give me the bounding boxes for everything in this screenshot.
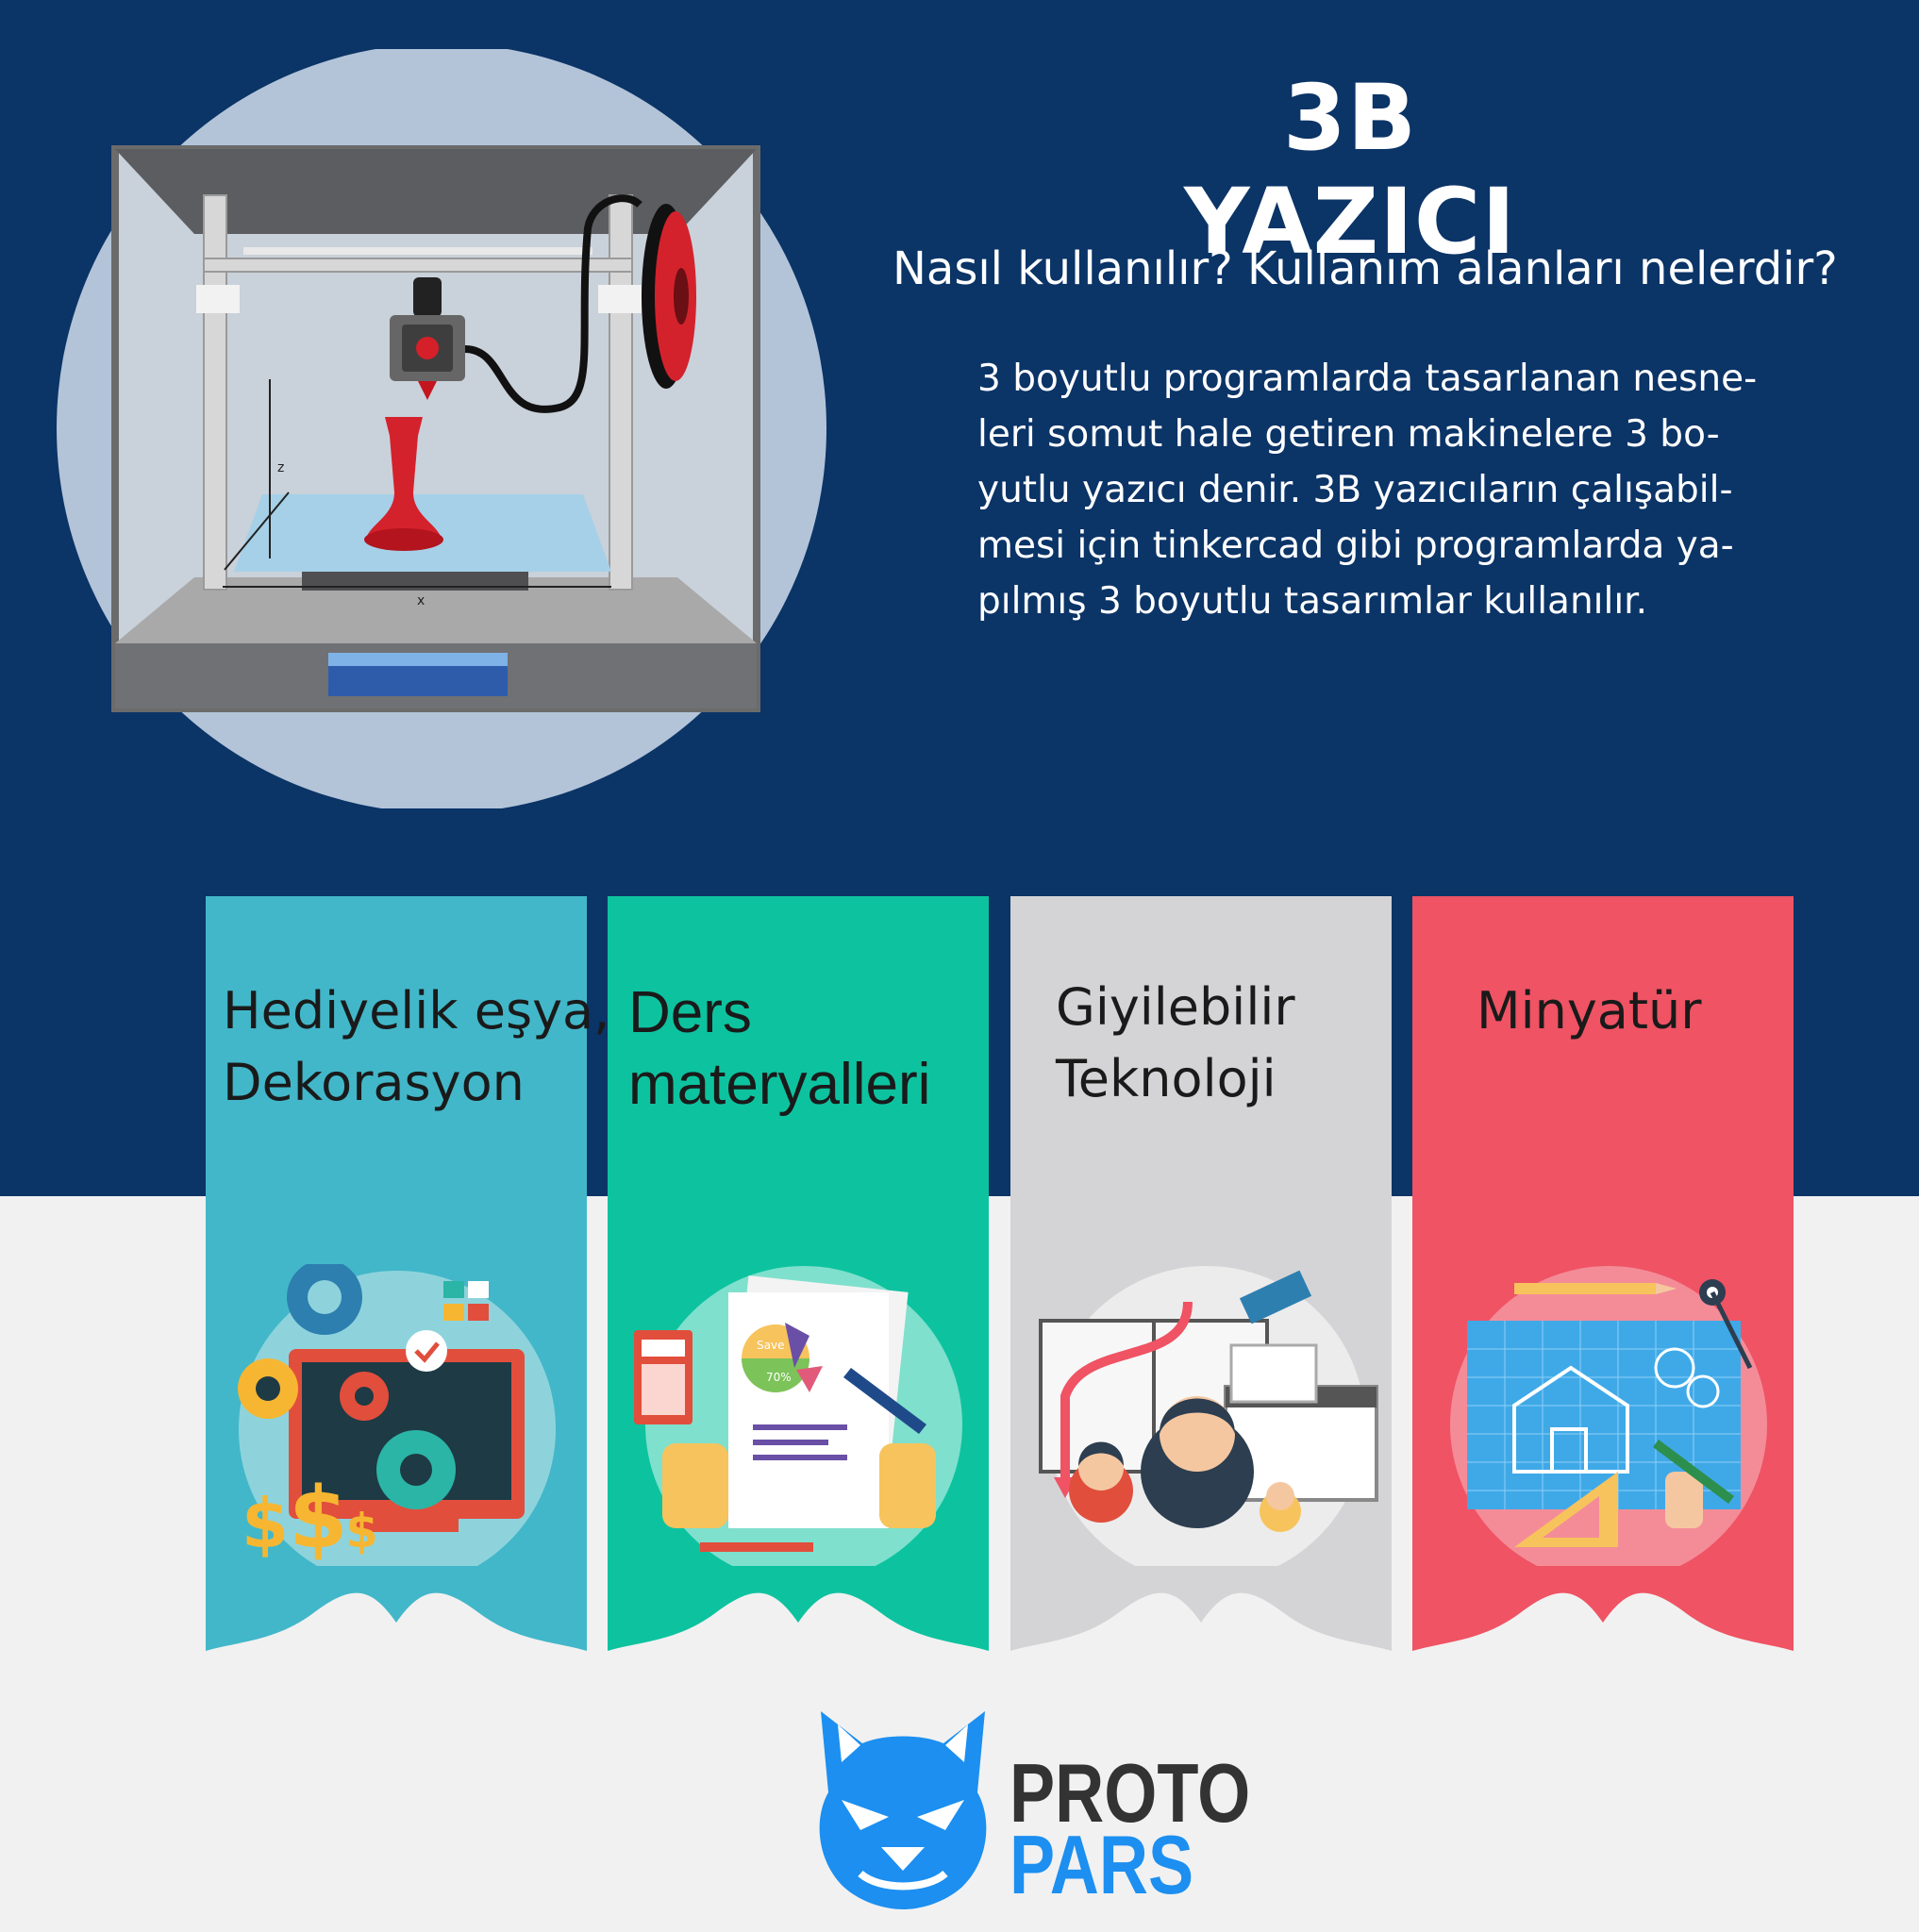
banner-title: Giyilebilir Teknoloji [1056, 972, 1414, 1115]
protopars-logo: PROTO PARS [804, 1706, 1250, 1913]
printer-display-highlight [328, 653, 508, 666]
right-carriage [598, 285, 642, 313]
filament-spool-hub [674, 268, 689, 325]
usage-banner-wearable-technology: Giyilebilir Teknoloji [1010, 896, 1392, 1666]
banner-title-line: Dekorasyon [223, 1053, 525, 1112]
svg-text:$: $ [242, 1484, 289, 1563]
left-carriage [196, 285, 240, 313]
cat-head-logo-icon [819, 1711, 987, 1909]
banner-title-line: materyalleri [628, 1052, 931, 1117]
save-label: Save [757, 1339, 784, 1352]
description-line: mesi için tinkercad gibi programlarda ya… [977, 525, 1734, 567]
banner-title-line: Giyilebilir [1056, 977, 1295, 1037]
description-line: pılmış 3 boyutlu tasarımlar kullanılır. [977, 580, 1648, 623]
x-axis-label: x [417, 593, 425, 608]
description-paragraph: 3 boyutlu programlarda tasarlanan nesne-… [977, 351, 1836, 629]
percent-label: 70% [766, 1371, 792, 1384]
usage-banner-miniature: Minyatür [1412, 896, 1794, 1666]
top-crossbar-rear [243, 247, 592, 255]
print-head-top [413, 277, 442, 317]
description-line: 3 boyutlu programlarda tasarlanan nesne- [977, 358, 1758, 400]
z-axis-label: z [277, 460, 284, 475]
banner-title-line: Ders [628, 980, 752, 1045]
banner-title: Ders materyalleri [628, 977, 987, 1121]
3d-printer-illustration: z x [57, 49, 826, 808]
report-chart-calculator-icon: Save 70% [634, 1266, 962, 1566]
page-subtitle: Nasıl kullanılır? Kullanım alanları nele… [893, 242, 1838, 295]
page-title: 3B YAZICI [1183, 65, 1517, 275]
print-head-nozzle-light [416, 337, 439, 359]
banner-title-line: Minyatür [1477, 981, 1702, 1041]
banner-title-line: Teknoloji [1056, 1049, 1277, 1108]
right-rail [609, 194, 633, 591]
people-book-calendar-icon [1039, 1266, 1378, 1566]
usage-banner-gifts-decoration: Hediyelik eşya, Dekorasyon $ $ $ [206, 896, 610, 1666]
svg-text:$: $ [289, 1469, 348, 1566]
printed-chess-piece-base [364, 528, 443, 551]
svg-text:$: $ [345, 1504, 378, 1558]
logo-text-pars: PARS [1010, 1818, 1194, 1911]
banner-title-line: Hediyelik eşya, [223, 981, 610, 1041]
usage-banner-course-materials: Ders materyalleri Save 70% [608, 896, 989, 1666]
blueprint-drafting-tools-icon [1450, 1266, 1767, 1566]
top-crossbar [203, 258, 633, 273]
banner-title: Hediyelik eşya, Dekorasyon [223, 975, 610, 1119]
description-line: leri somut hale getiren makinelere 3 bo- [977, 413, 1720, 456]
gears-computer-money-icon: $ $ $ [238, 1264, 556, 1566]
left-rail [203, 194, 227, 591]
description-line: yutlu yazıcı denir. 3B yazıcıların çalış… [977, 469, 1733, 511]
infographic: { "header": { "title": "3B YAZICI", "sub… [0, 0, 1919, 1932]
banner-title: Minyatür [1477, 975, 1835, 1047]
